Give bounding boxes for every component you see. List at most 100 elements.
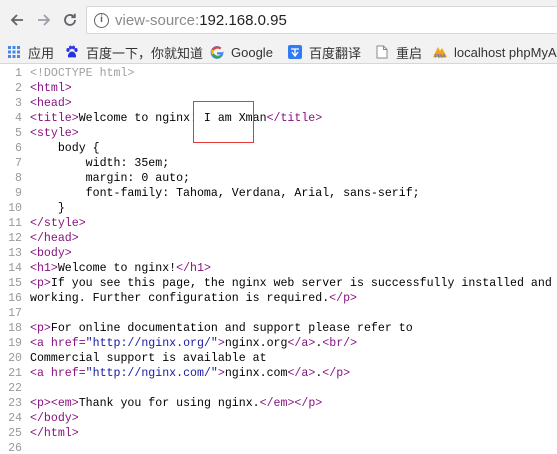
- bookmark-google[interactable]: Google: [209, 43, 273, 61]
- h1-close-tag: </h1>: [176, 262, 211, 275]
- line-number: 24: [8, 412, 22, 425]
- bookmark-label: 应用: [28, 45, 55, 61]
- href-attr: href=: [50, 337, 86, 350]
- line-number: 21: [8, 367, 22, 380]
- site-info-icon[interactable]: i: [94, 13, 109, 28]
- line-number: 15: [8, 277, 22, 290]
- fanyi-icon: [287, 44, 303, 60]
- apps-grid-icon: [6, 44, 22, 60]
- line-code: Commercial support is available at: [30, 352, 267, 365]
- source-line: 24 </body>: [0, 411, 557, 426]
- em-text: Thank you for using nginx.: [78, 397, 260, 410]
- p-open-tag: <p>: [30, 397, 51, 410]
- line-number: 11: [8, 217, 22, 230]
- body-close-tag: </body>: [30, 412, 79, 425]
- href-attr: href=: [50, 367, 86, 380]
- href-link-nginx-org[interactable]: "http://nginx.org/": [86, 337, 218, 350]
- line-code: </style>: [30, 216, 86, 231]
- em-close-tag: </em>: [259, 397, 295, 410]
- h1-text: Welcome to nginx!: [57, 262, 177, 275]
- line-code: <p><em>Thank you for using nginx.</em></…: [30, 396, 322, 411]
- line-code: font-family: Tahoma, Verdana, Arial, san…: [30, 187, 420, 200]
- bookmark-chongqi[interactable]: 重启: [374, 43, 422, 61]
- line-code: <h1>Welcome to nginx!</h1>: [30, 261, 211, 276]
- line-code: <body>: [30, 246, 72, 261]
- line-number: 18: [8, 322, 22, 335]
- google-g-icon: [209, 44, 225, 60]
- bookmark-baidu[interactable]: 百度一下，你就知道: [64, 43, 203, 61]
- a-open-tag-start: <a: [30, 337, 51, 350]
- source-line: 4 <title>Welcome to nginx! I am Xman</tit…: [0, 111, 557, 126]
- bookmark-label: 百度翻译: [309, 45, 362, 61]
- link-text: nginx.org: [224, 337, 288, 350]
- forward-arrow-icon: [38, 14, 51, 26]
- line-number: 5: [15, 127, 22, 140]
- line-code: <html>: [30, 81, 72, 96]
- forward-button[interactable]: [32, 8, 56, 32]
- a-close-tag: </a>: [287, 337, 316, 350]
- source-line: 5 <style>: [0, 126, 557, 141]
- line-code: <!DOCTYPE html>: [30, 66, 134, 81]
- line-number: 1: [15, 67, 22, 80]
- body-open-tag: <body>: [30, 247, 72, 260]
- line-code: </head>: [30, 231, 79, 246]
- html-open-tag: <html>: [30, 82, 72, 95]
- line-number: 7: [15, 157, 22, 170]
- head-open-tag: <head>: [30, 97, 72, 110]
- back-button[interactable]: [5, 8, 29, 32]
- head-close-tag: </head>: [30, 232, 79, 245]
- source-line: 13 <body>: [0, 246, 557, 261]
- reload-button[interactable]: [58, 8, 82, 32]
- line-code: margin: 0 auto;: [30, 172, 191, 185]
- line-code: <a href="http://nginx.com/">nginx.com</a…: [30, 366, 350, 381]
- line-number: 16: [8, 292, 22, 305]
- bookmark-baidu-fanyi[interactable]: 百度翻译: [287, 43, 361, 61]
- bookmark-phpmyadmin[interactable]: PMA localhost phpMyA: [432, 43, 557, 61]
- line-code: <head>: [30, 96, 72, 111]
- bookmark-apps[interactable]: 应用: [6, 43, 54, 61]
- address-url[interactable]: view-source:192.168.0.95: [115, 12, 287, 29]
- source-line: 11 </style>: [0, 216, 557, 231]
- href-link-nginx-com[interactable]: "http://nginx.com/": [86, 367, 218, 380]
- line-number: 3: [15, 97, 22, 110]
- line-number: 19: [8, 337, 22, 350]
- line-number: 9: [15, 187, 22, 200]
- paragraph-text: If you see this page, the nginx web serv…: [50, 277, 552, 290]
- source-line: 10 }: [0, 201, 557, 216]
- baidu-paw-icon: [64, 44, 80, 60]
- line-code: }: [30, 202, 65, 215]
- title-close-tag: </title>: [266, 112, 323, 125]
- link-text: nginx.com: [224, 367, 288, 380]
- source-line: 14 <h1>Welcome to nginx!</h1>: [0, 261, 557, 276]
- reload-icon: [64, 13, 76, 26]
- source-line: 26: [0, 441, 557, 454]
- source-line: 7 width: 35em;: [0, 156, 557, 171]
- source-line: 19 <a href="http://nginx.org/">nginx.org<…: [0, 336, 557, 351]
- source-line: 2 <html>: [0, 81, 557, 96]
- paragraph-text: For online documentation and support ple…: [50, 322, 413, 335]
- address-bar[interactable]: i view-source:192.168.0.95: [86, 6, 557, 34]
- source-line: 23 <p><em>Thank you for using nginx.</em>…: [0, 396, 557, 411]
- source-line: 8 margin: 0 auto;: [0, 171, 557, 186]
- source-line: 17: [0, 306, 557, 321]
- line-code: <a href="http://nginx.org/">nginx.org</a…: [30, 336, 357, 351]
- source-line: 3 <head>: [0, 96, 557, 111]
- highlight-box: [193, 101, 254, 143]
- source-line: 6 body {: [0, 141, 557, 156]
- source-line: 25 </html>: [0, 426, 557, 441]
- line-number: 25: [8, 427, 22, 440]
- style-close-tag: </style>: [30, 217, 86, 230]
- source-line: 15 <p>If you see this page, the nginx web…: [0, 276, 557, 291]
- doctype: <!DOCTYPE html>: [30, 67, 135, 80]
- source-line: 21 <a href="http://nginx.com/">nginx.com<…: [0, 366, 557, 381]
- url-scheme: view-source:: [115, 12, 200, 29]
- line-code: width: 35em;: [30, 157, 170, 170]
- line-number: 4: [15, 112, 22, 125]
- title-open-tag: <title>: [30, 112, 79, 125]
- h1-open-tag: <h1>: [30, 262, 58, 275]
- line-code: </body>: [30, 411, 79, 426]
- line-number: 23: [8, 397, 22, 410]
- line-code: <p>If you see this page, the nginx web s…: [30, 276, 552, 291]
- line-number: 13: [8, 247, 22, 260]
- line-number: 22: [8, 382, 22, 395]
